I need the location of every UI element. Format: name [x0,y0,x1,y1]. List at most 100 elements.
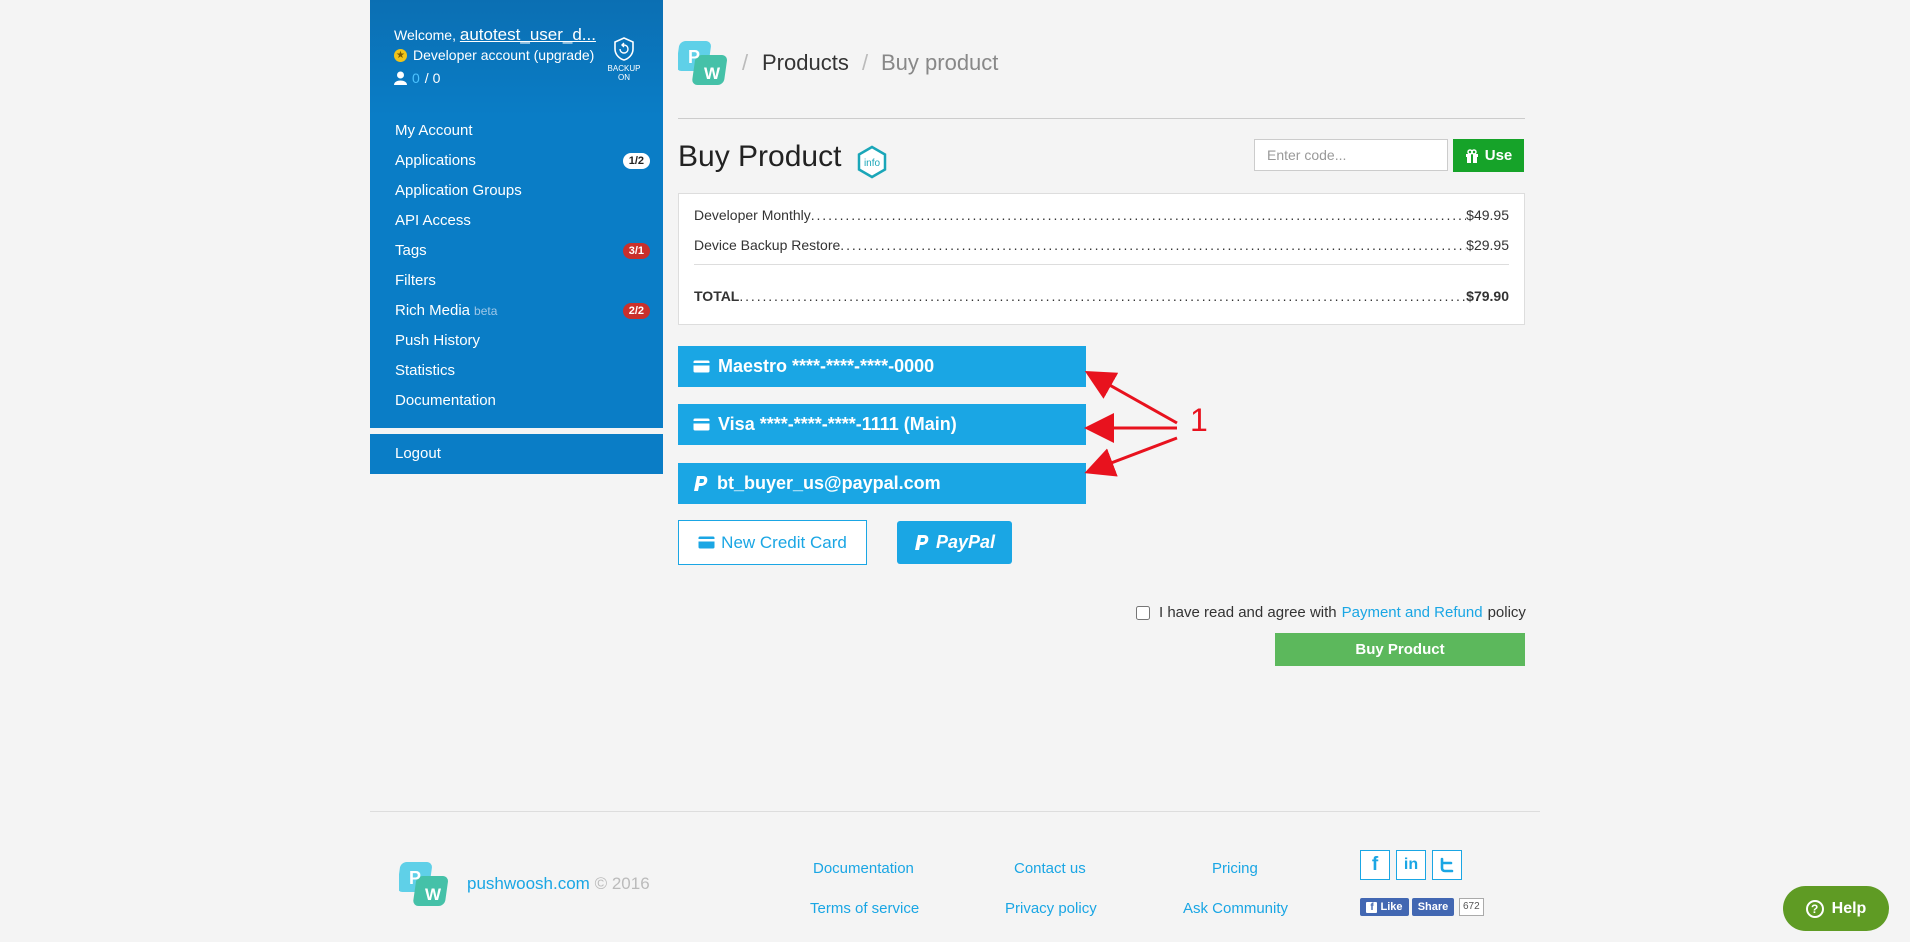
paypal-icon [914,535,929,550]
credit-card-icon [693,360,710,373]
sidebar-item-my-account[interactable]: My Account [395,119,650,143]
payment-method-label: Visa ****-****-****-1111 (Main) [718,414,957,434]
sidebar-item-label: Applications [395,152,476,169]
payment-method-paypal[interactable]: bt_buyer_us@paypal.com [678,463,1086,504]
sidebar: Welcome, autotest_user_d... ★ Developer … [370,0,663,474]
shield-icon [614,37,634,61]
payment-refund-link[interactable]: Payment and Refund [1342,604,1483,621]
footer-link-terms[interactable]: Terms of service [810,900,919,917]
buy-product-button[interactable]: Buy Product [1275,633,1525,666]
info-icon[interactable]: info [855,145,889,179]
promo-code-input[interactable] [1254,139,1448,171]
page-title: Buy Product [678,140,842,173]
item-price: $29.95 [1466,237,1509,253]
header-divider [678,118,1525,119]
credit-card-icon [698,536,715,549]
annotation-label: 1 [1190,402,1208,438]
footer-link-documentation[interactable]: Documentation [813,860,914,877]
sidebar-item-label: API Access [395,212,471,229]
fb-share-button[interactable]: Share [1412,898,1454,916]
agree-row: I have read and agree with Payment and R… [1136,604,1526,621]
sidebar-item-label: Tags [395,242,427,259]
footer-divider [370,811,1540,812]
count-badge: 2/2 [622,303,650,319]
sidebar-menu: My Account Applications 1/2 Application … [370,116,663,428]
paypal-icon [694,476,708,491]
fb-like-button[interactable]: f Like [1360,898,1409,916]
sidebar-item-push-history[interactable]: Push History [395,329,650,353]
total-divider [694,264,1509,265]
payment-method-visa[interactable]: Visa ****-****-****-1111 (Main) [678,404,1086,445]
logout-link[interactable]: Logout [395,442,650,466]
gift-icon [1465,148,1478,163]
sidebar-item-label: My Account [395,122,473,139]
brand-link[interactable]: pushwoosh.com [467,874,590,893]
fb-share-label: Share [1417,901,1449,913]
sidebar-item-label: Documentation [395,392,496,409]
agree-text: I have read and agree with [1159,604,1337,621]
logo-icon: P W [676,41,727,85]
credit-card-icon [693,418,710,431]
svg-text:W: W [425,885,442,904]
order-line-item: Developer Monthly $49.95 [694,205,1509,225]
sidebar-item-api-access[interactable]: API Access [395,209,650,233]
footer-link-pricing[interactable]: Pricing [1212,860,1258,877]
agree-checkbox[interactable] [1136,605,1150,620]
item-name: Developer Monthly [694,207,811,223]
item-name: Device Backup Restore [694,237,841,253]
sidebar-item-statistics[interactable]: Statistics [395,359,650,383]
total-label: TOTAL [694,288,740,304]
dot-leader [811,207,1466,223]
sidebar-item-application-groups[interactable]: Application Groups [395,179,650,203]
fb-like-label: Like [1380,901,1403,913]
backup-status[interactable]: BACKUP ON [604,37,644,82]
sidebar-item-filters[interactable]: Filters [395,269,650,293]
paypal-button[interactable]: PayPal [897,521,1012,564]
agree-suffix: policy [1487,604,1526,621]
account-type[interactable]: ★ Developer account (upgrade) [394,47,594,63]
new-credit-card-button[interactable]: New Credit Card [678,520,867,565]
twitter-bird-icon [1440,857,1454,873]
breadcrumb-separator: / [862,50,869,75]
item-price: $49.95 [1466,207,1509,223]
dot-leader [840,237,1466,253]
svg-text:P: P [409,868,421,888]
footer-link-ask-community[interactable]: Ask Community [1183,900,1288,917]
svg-text:W: W [704,64,721,83]
sidebar-item-rich-media[interactable]: Rich Media beta 2/2 [395,299,650,323]
user-count-active[interactable]: 0 [412,70,420,86]
twitter-icon[interactable] [1432,850,1462,880]
facebook-icon[interactable]: f [1360,850,1390,880]
beta-tag: beta [474,304,498,318]
payment-method-maestro[interactable]: Maestro ****-****-****-0000 [678,346,1086,387]
backup-state: ON [618,73,630,82]
order-total: TOTAL $79.90 [694,286,1509,306]
use-code-button[interactable]: Use [1453,139,1524,172]
sidebar-item-label: Application Groups [395,182,522,199]
welcome-line: Welcome, autotest_user_d... [394,25,596,45]
account-header: Welcome, autotest_user_d... ★ Developer … [370,0,663,116]
buy-product-label: Buy Product [1355,641,1445,658]
sidebar-item-tags[interactable]: Tags 3/1 [395,239,650,263]
pushwoosh-logo[interactable]: P W [676,39,731,87]
linkedin-icon[interactable]: in [1396,850,1426,880]
payment-method-label: Maestro ****-****-****-0000 [718,356,935,376]
account-type-label: Developer account (upgrade) [413,47,595,63]
breadcrumb-buy-product: Buy product [881,50,999,75]
user-icon [394,71,407,85]
sidebar-item-documentation[interactable]: Documentation [395,389,650,413]
copyright-text: © 2016 [594,874,650,893]
star-icon: ★ [394,48,407,62]
username-link[interactable]: autotest_user_d... [460,25,596,44]
question-icon: ? [1805,899,1824,918]
footer-logo[interactable]: P W [397,860,452,908]
help-label: Help [1831,899,1867,917]
total-price: $79.90 [1466,288,1509,304]
svg-text:info: info [864,158,881,169]
breadcrumb-products[interactable]: Products [762,50,849,76]
help-button[interactable]: ? Help [1783,886,1889,931]
footer-link-privacy[interactable]: Privacy policy [1005,900,1097,917]
sidebar-item-applications[interactable]: Applications 1/2 [395,149,650,173]
footer-link-contact-us[interactable]: Contact us [1014,860,1086,877]
count-badge: 1/2 [622,153,650,169]
